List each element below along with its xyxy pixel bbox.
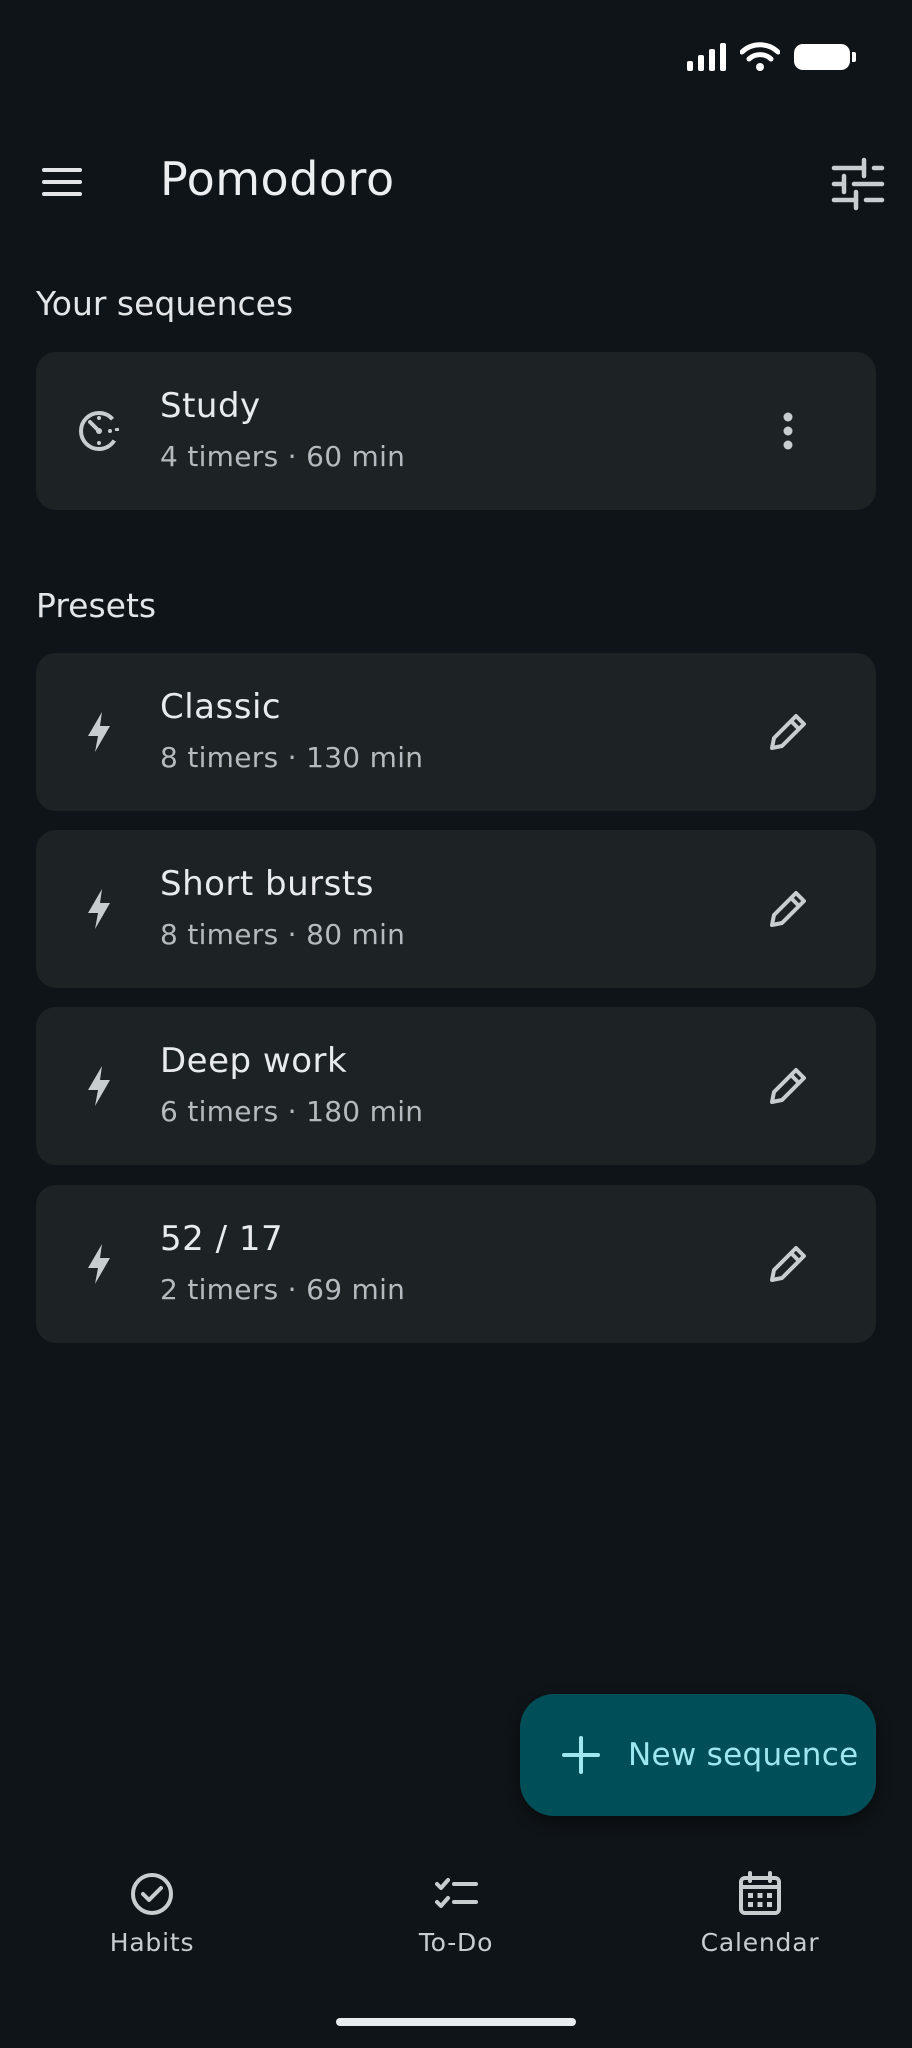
bottom-navigation: Habits To-Do Calendar <box>0 1870 912 1980</box>
checklist-icon <box>435 1878 478 1908</box>
sequence-card-study[interactable]: Study 4 timers · 60 min <box>36 352 876 510</box>
preset-card-52-17[interactable]: 52 / 17 2 timers · 69 min <box>36 1185 876 1343</box>
nav-label: Habits <box>109 1928 195 1957</box>
preset-subtitle: 2 timers · 69 min <box>160 1273 406 1306</box>
edit-preset-button[interactable] <box>760 1058 816 1114</box>
calendar-icon <box>739 1871 781 1915</box>
preset-card-short-bursts[interactable]: Short bursts 8 timers · 80 min <box>36 830 876 988</box>
preset-card-deep-work[interactable]: Deep work 6 timers · 180 min <box>36 1007 876 1165</box>
preset-title: Short bursts <box>160 864 374 904</box>
more-options-button[interactable] <box>760 403 816 459</box>
nav-item-todo[interactable]: To-Do <box>356 1870 556 1957</box>
edit-preset-button[interactable] <box>760 704 816 760</box>
preset-subtitle: 8 timers · 80 min <box>160 918 406 951</box>
battery-icon <box>794 44 856 70</box>
preset-title: 52 / 17 <box>160 1219 284 1259</box>
nav-label: Calendar <box>700 1928 820 1957</box>
tune-icon <box>831 157 885 211</box>
home-indicator[interactable] <box>336 2018 576 2026</box>
edit-icon <box>770 714 806 750</box>
new-sequence-label: New sequence <box>628 1737 859 1773</box>
preset-title: Deep work <box>160 1041 348 1081</box>
preset-title: Classic <box>160 687 282 727</box>
status-bar <box>687 42 856 72</box>
timer-icon <box>74 406 124 456</box>
more-vert-icon <box>783 412 793 450</box>
bolt-icon <box>74 884 124 934</box>
preset-subtitle: 8 timers · 130 min <box>160 741 424 774</box>
page-title: Pomodoro <box>160 152 395 206</box>
menu-button[interactable] <box>30 154 94 210</box>
top-app-bar: Pomodoro <box>0 148 912 216</box>
sequence-title: Study <box>160 386 261 426</box>
preset-card-classic[interactable]: Classic 8 timers · 130 min <box>36 653 876 811</box>
sequences-section-label: Your sequences <box>36 284 294 323</box>
pomodoro-screen: Pomodoro Your sequences Study 4 timers ·… <box>0 0 912 2048</box>
nav-label: To-Do <box>418 1928 494 1957</box>
edit-preset-button[interactable] <box>760 1236 816 1292</box>
filter-settings-button[interactable] <box>828 156 888 212</box>
edit-icon <box>770 891 806 927</box>
cellular-signal-icon <box>687 43 726 71</box>
nav-item-habits[interactable]: Habits <box>52 1870 252 1957</box>
edit-icon <box>770 1068 806 1104</box>
nav-item-calendar[interactable]: Calendar <box>660 1870 860 1957</box>
bolt-icon <box>74 707 124 757</box>
edit-icon <box>770 1246 806 1282</box>
check-circle-icon <box>131 1873 173 1915</box>
sequence-subtitle: 4 timers · 60 min <box>160 440 406 473</box>
plus-icon <box>562 1736 600 1774</box>
bolt-icon <box>74 1061 124 1111</box>
presets-section-label: Presets <box>36 586 157 625</box>
edit-preset-button[interactable] <box>760 881 816 937</box>
new-sequence-button[interactable]: New sequence <box>520 1694 876 1816</box>
preset-subtitle: 6 timers · 180 min <box>160 1095 424 1128</box>
bolt-icon <box>74 1239 124 1289</box>
wifi-icon <box>740 42 780 71</box>
